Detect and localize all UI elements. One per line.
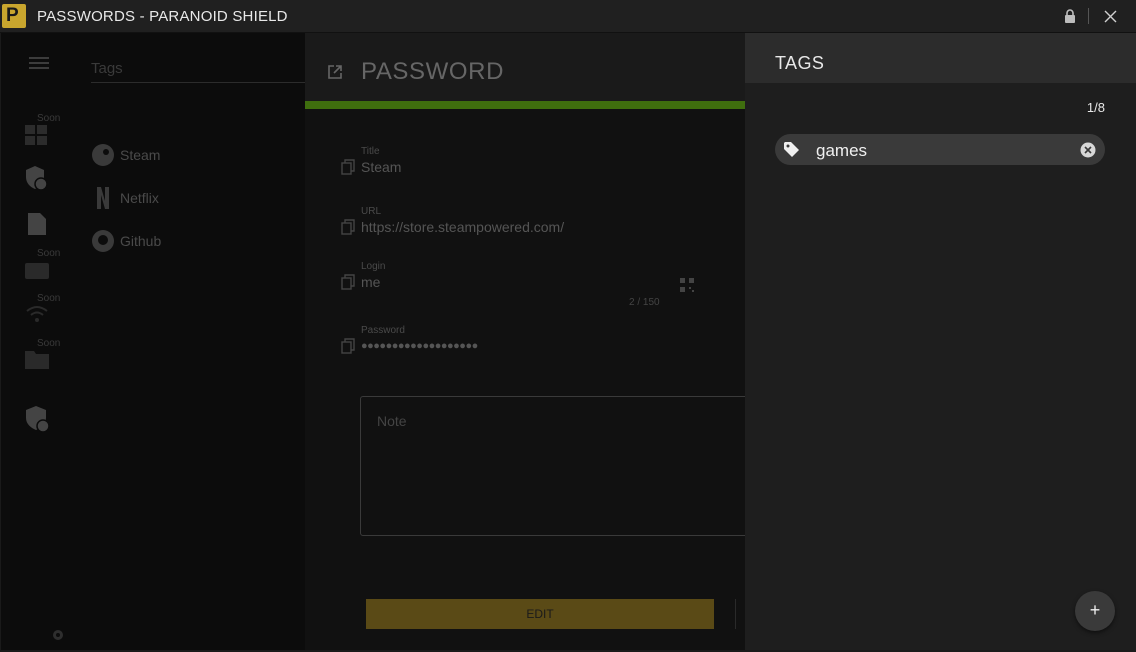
- github-icon: [92, 230, 114, 252]
- netflix-icon: [97, 187, 109, 209]
- login-field-label: Login: [361, 261, 386, 272]
- remove-tag-icon[interactable]: [1080, 142, 1096, 158]
- steam-icon: [92, 144, 114, 166]
- add-tag-button[interactable]: +: [1075, 591, 1115, 631]
- url-field-value: https://store.steampowered.com/: [361, 219, 565, 235]
- title-field-value: Steam: [361, 159, 402, 175]
- app-logo-letter: P: [6, 5, 19, 26]
- login-field-value: me: [361, 274, 381, 290]
- menu-icon[interactable]: [29, 55, 49, 71]
- lock-icon[interactable]: [1063, 9, 1077, 24]
- soon-label: Soon: [37, 248, 61, 259]
- login-char-counter: 2 / 150: [629, 297, 660, 308]
- app-logo: P: [2, 4, 26, 28]
- tags-title: TAGS: [775, 53, 825, 73]
- title-bar: P PASSWORDS - PARANOID SHIELD: [0, 0, 1136, 33]
- tag-chip-label: games: [816, 141, 868, 160]
- list-item-label: Github: [120, 233, 162, 249]
- tags-header: TAGS: [745, 33, 1136, 83]
- add-tag-label: +: [1089, 600, 1101, 620]
- password-field-value: ●●●●●●●●●●●●●●●●●●●: [361, 340, 478, 352]
- shield-password-icon[interactable]: [25, 165, 49, 191]
- settings-gear-icon[interactable]: [51, 628, 65, 642]
- tag-icon: [784, 142, 799, 157]
- url-field-label: URL: [361, 206, 382, 217]
- card-icon[interactable]: [25, 261, 49, 281]
- detail-header: PASSWORD: [305, 33, 745, 101]
- copy-icon[interactable]: [341, 338, 355, 354]
- tags-panel: TAGS 1/8 games +: [745, 33, 1136, 650]
- note-placeholder: Note: [377, 413, 407, 429]
- soon-label: Soon: [37, 338, 61, 349]
- copy-icon[interactable]: [341, 219, 355, 235]
- note-textarea[interactable]: Note: [360, 396, 745, 536]
- tags-search-input[interactable]: Tags: [91, 60, 305, 83]
- open-external-icon[interactable]: [327, 64, 343, 80]
- password-strength-bar: [305, 101, 745, 109]
- document-icon[interactable]: [27, 213, 47, 235]
- secondary-button[interactable]: [735, 599, 745, 629]
- grid-icon[interactable]: [25, 125, 47, 145]
- tags-count: 1/8: [1086, 100, 1105, 115]
- window-title: PASSWORDS - PARANOID SHIELD: [37, 8, 288, 25]
- folder-icon[interactable]: [25, 349, 49, 369]
- title-field-label: Title: [361, 146, 380, 157]
- soon-label: Soon: [37, 293, 61, 304]
- shield-refresh-icon[interactable]: [25, 405, 51, 433]
- copy-icon[interactable]: [341, 274, 355, 290]
- list-item-label: Netflix: [120, 190, 159, 206]
- tag-chip[interactable]: games: [775, 134, 1105, 165]
- copy-icon[interactable]: [341, 159, 355, 175]
- password-field-label: Password: [361, 325, 405, 336]
- qr-code-icon[interactable]: [680, 278, 694, 292]
- wifi-icon[interactable]: [25, 305, 49, 323]
- title-separator: [1088, 8, 1089, 24]
- soon-label: Soon: [37, 113, 61, 124]
- close-icon[interactable]: [1104, 10, 1117, 23]
- password-detail-pane: PASSWORD Title Steam URL https://store.s…: [305, 33, 745, 650]
- list-item-label: Steam: [120, 147, 161, 163]
- nav-rail: Soon Soon Soon Soon: [1, 33, 77, 650]
- entry-list-pane: Tags Steam Netflix Github: [77, 33, 305, 650]
- detail-title: PASSWORD: [361, 58, 505, 85]
- edit-button[interactable]: EDIT: [366, 599, 714, 629]
